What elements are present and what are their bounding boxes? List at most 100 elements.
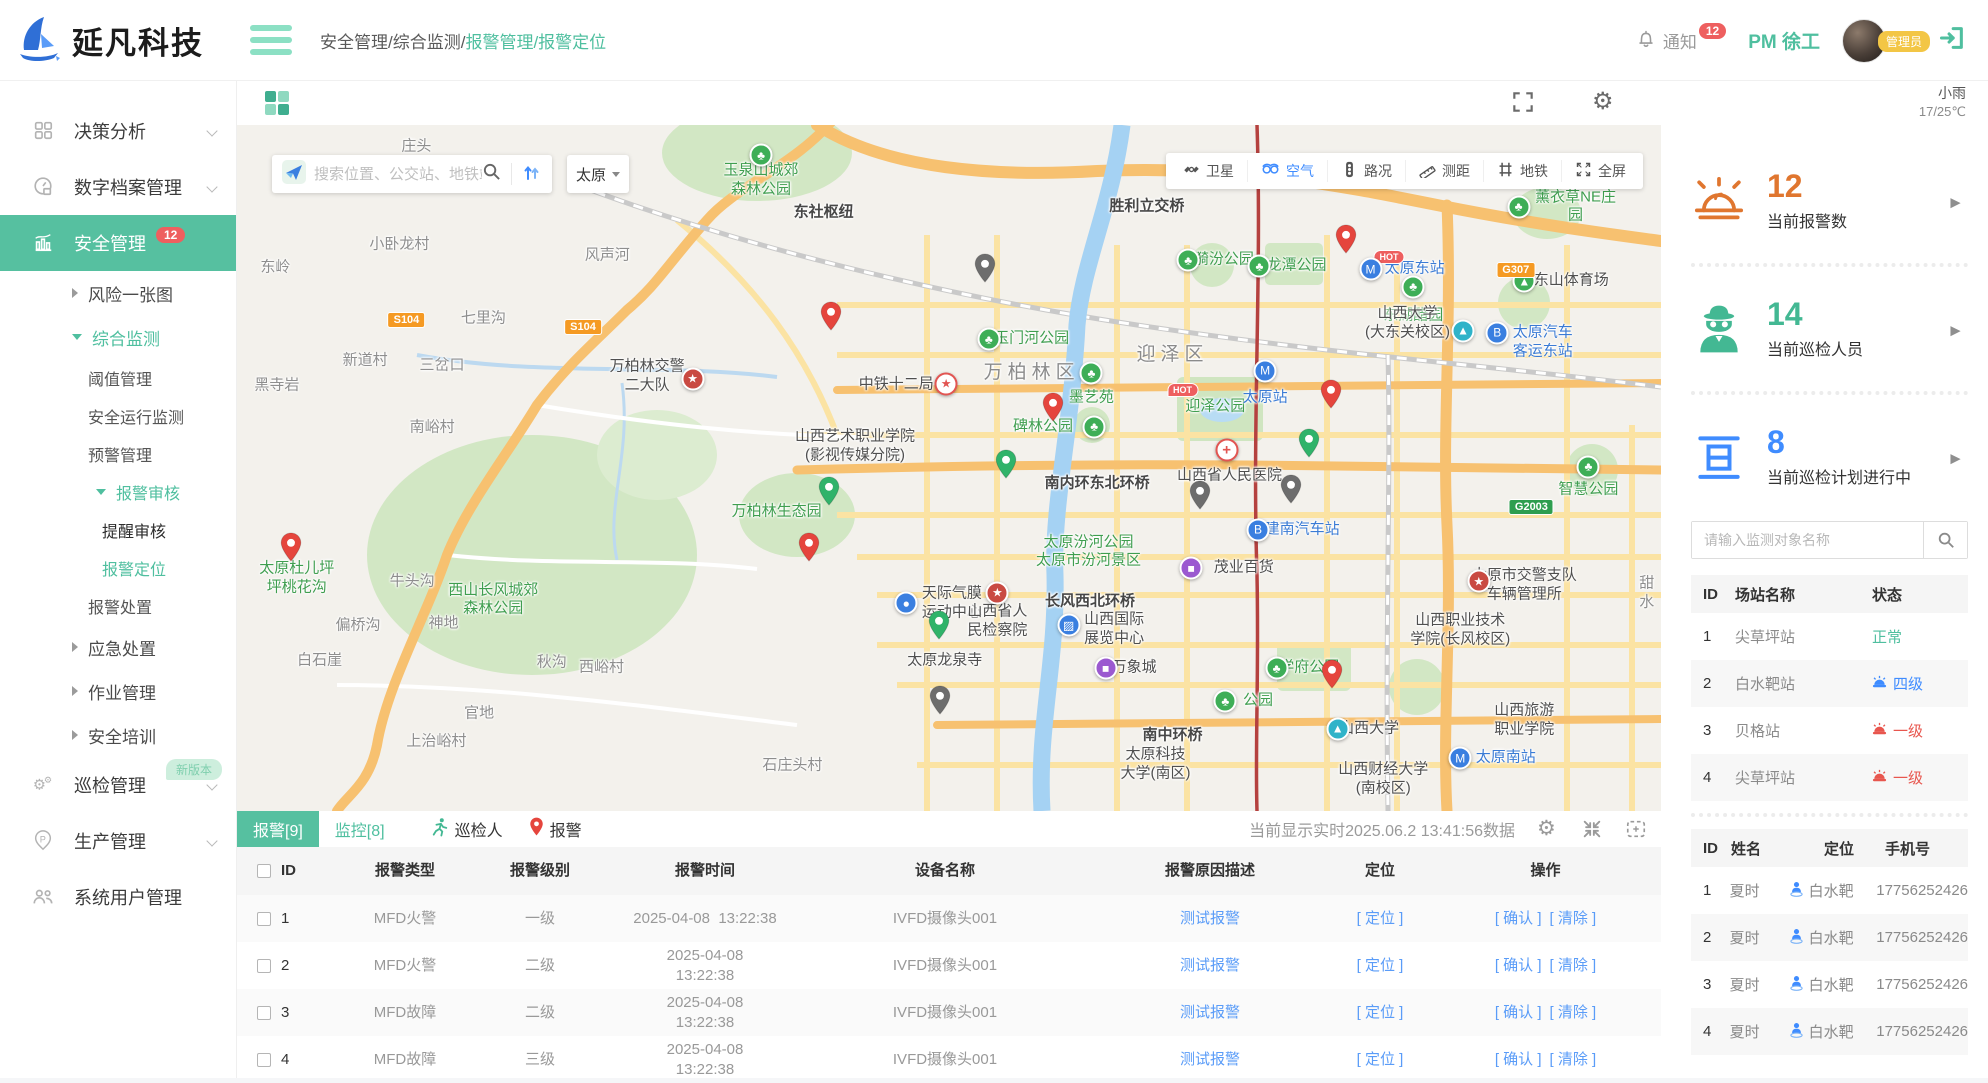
clear-button[interactable]: [ 清除 ] xyxy=(1550,1050,1597,1070)
map-red-pin[interactable] xyxy=(798,532,821,567)
select-all-checkbox[interactable] xyxy=(257,864,271,878)
sidebar-item[interactable]: 安全培训 xyxy=(0,713,236,757)
personnel-row[interactable]: 4夏时 白水靶 17756252426 xyxy=(1691,1008,1968,1055)
station-row[interactable]: 3贝格站 一级 xyxy=(1691,707,1968,754)
notifications-button[interactable]: 通知 12 xyxy=(1635,27,1726,54)
map-red-pin[interactable] xyxy=(1335,224,1358,259)
map-red-pin[interactable] xyxy=(819,301,842,336)
museum-poi-icon[interactable]: ▨ xyxy=(1057,614,1080,637)
sidebar-item[interactable]: 数字档案管理 xyxy=(0,159,236,215)
map-control-全屏[interactable]: 全屏 xyxy=(1562,160,1639,182)
clear-button[interactable]: [ 清除 ] xyxy=(1550,1003,1597,1023)
hospital-poi-icon[interactable]: + xyxy=(1215,439,1238,462)
alarm-row[interactable]: 3 MFD故障 二级 2025-04-0813:22:38 IVFD摄像头001… xyxy=(237,989,1661,1036)
park-poi-icon[interactable]: ♣ xyxy=(1214,690,1237,713)
clear-button[interactable]: [ 清除 ] xyxy=(1550,909,1597,929)
search-button[interactable] xyxy=(1923,522,1967,558)
sidebar-item[interactable]: P 生产管理 xyxy=(0,813,236,869)
metro-poi-icon[interactable]: M xyxy=(1254,359,1277,382)
park-poi-icon[interactable]: ♣ xyxy=(977,328,1000,351)
reason-link[interactable]: 测试报警 xyxy=(1180,956,1240,976)
sidebar-item[interactable]: 应急处置 xyxy=(0,625,236,669)
metro-poi-icon[interactable]: M xyxy=(1359,258,1382,281)
locate-button[interactable]: [ 定位 ] xyxy=(1357,1050,1404,1070)
stat-more-arrow[interactable]: ► xyxy=(1947,193,1964,213)
row-checkbox[interactable] xyxy=(257,959,271,973)
user-name[interactable]: PM 徐工 xyxy=(1748,27,1820,54)
personnel-row[interactable]: 1夏时 白水靶 17756252426 xyxy=(1691,867,1968,914)
map-control-卫星[interactable]: 卫星 xyxy=(1170,160,1248,182)
park-poi-icon[interactable]: ♣ xyxy=(750,144,773,167)
map-gray-pin[interactable] xyxy=(973,253,996,288)
monitor-search-input[interactable] xyxy=(1692,522,1923,558)
park-poi-icon[interactable]: ♣ xyxy=(1248,255,1271,278)
metro-poi-icon[interactable]: M xyxy=(1449,747,1472,770)
search-icon[interactable] xyxy=(482,162,501,186)
sidebar-item[interactable]: 系统用户管理 xyxy=(0,869,236,925)
logout-icon[interactable] xyxy=(1938,24,1966,57)
map-gray-pin[interactable] xyxy=(1279,474,1302,509)
map-control-测距[interactable]: 测距 xyxy=(1406,160,1484,182)
map-red-pin[interactable] xyxy=(1319,379,1342,414)
map-gray-pin[interactable] xyxy=(1188,480,1211,515)
reason-link[interactable]: 测试报警 xyxy=(1180,1050,1240,1070)
map-search-input[interactable] xyxy=(314,166,482,183)
sidebar-item[interactable]: 作业管理 xyxy=(0,669,236,713)
sidebar-item[interactable]: ⚙⚙ 巡检管理 新版本 xyxy=(0,757,236,813)
school-poi-icon[interactable]: ▲ xyxy=(1326,717,1349,740)
reason-link[interactable]: 测试报警 xyxy=(1180,1003,1240,1023)
collapse-icon[interactable] xyxy=(1581,818,1603,840)
police-poi-icon[interactable]: ★ xyxy=(1467,570,1490,593)
confirm-button[interactable]: [ 确认 ] xyxy=(1495,909,1542,929)
shop-poi-icon[interactable]: ■ xyxy=(1180,557,1203,580)
map-city-selector[interactable]: 太原 xyxy=(567,155,629,193)
sidebar-item[interactable]: 安全运行监测 xyxy=(0,397,236,435)
sidebar-item[interactable]: 预警管理 xyxy=(0,435,236,473)
tab-监控[8][interactable]: 监控[8] xyxy=(319,811,401,847)
park-poi-icon[interactable]: ♣ xyxy=(1265,657,1288,680)
stat-more-arrow[interactable]: ► xyxy=(1947,321,1964,341)
map-red-pin[interactable] xyxy=(280,532,303,567)
gear-icon[interactable]: ⚙ xyxy=(1592,89,1618,115)
sidebar-item[interactable]: 报警定位 xyxy=(0,549,236,587)
park-poi-icon[interactable]: ♣ xyxy=(1083,415,1106,438)
alarm-row[interactable]: 2 MFD火警 二级 2025-04-0813:22:38 IVFD摄像头001… xyxy=(237,942,1661,989)
map-red-pin[interactable] xyxy=(1041,392,1064,427)
school-poi-icon[interactable]: ▲ xyxy=(1452,319,1475,342)
row-checkbox[interactable] xyxy=(257,912,271,926)
shop-poi-icon[interactable]: ■ xyxy=(1094,657,1117,680)
gear-icon[interactable]: ⚙ xyxy=(1537,818,1559,840)
menu-hamburger-icon[interactable] xyxy=(250,25,292,55)
sidebar-item[interactable]: 报警处置 xyxy=(0,587,236,625)
locate-button[interactable]: [ 定位 ] xyxy=(1357,1003,1404,1023)
park-poi-icon[interactable]: ♣ xyxy=(1080,362,1103,385)
alarm-row[interactable]: 1 MFD火警 一级 2025-04-08 13:22:38 IVFD摄像头00… xyxy=(237,895,1661,942)
station-row[interactable]: 4尖草坪站 一级 xyxy=(1691,754,1968,801)
star-poi-icon[interactable]: ★ xyxy=(935,372,958,395)
bus-poi-icon[interactable]: B xyxy=(1486,321,1509,344)
map-gray-pin[interactable] xyxy=(929,685,952,720)
map-green-pin[interactable] xyxy=(1298,428,1321,463)
confirm-button[interactable]: [ 确认 ] xyxy=(1495,1050,1542,1070)
stat-more-arrow[interactable]: ► xyxy=(1947,449,1964,469)
confirm-button[interactable]: [ 确认 ] xyxy=(1495,956,1542,976)
alarm-row[interactable]: 4 MFD故障 三级 2025-04-0813:22:38 IVFD摄像头001… xyxy=(237,1036,1661,1083)
park-poi-icon[interactable]: ♣ xyxy=(1577,455,1600,478)
sidebar-item[interactable]: 报警审核 xyxy=(0,473,236,511)
sport-poi-icon[interactable]: ● xyxy=(895,592,918,615)
route-icon[interactable] xyxy=(522,162,542,187)
map-control-空气[interactable]: 空气 xyxy=(1248,160,1328,182)
map-green-pin[interactable] xyxy=(928,610,951,645)
row-checkbox[interactable] xyxy=(257,1006,271,1020)
sidebar-item[interactable]: 风险一张图 xyxy=(0,271,236,315)
station-row[interactable]: 1尖草坪站 正常 xyxy=(1691,613,1968,660)
sidebar-item[interactable]: 安全管理 12 xyxy=(0,215,236,271)
map-red-pin[interactable] xyxy=(1321,659,1344,694)
reason-link[interactable]: 测试报警 xyxy=(1180,909,1240,929)
sidebar-item[interactable]: 综合监测 xyxy=(0,315,236,359)
police-poi-icon[interactable]: ★ xyxy=(986,581,1009,604)
row-checkbox[interactable] xyxy=(257,1053,271,1067)
sidebar-item[interactable]: 决策分析 xyxy=(0,103,236,159)
map-green-pin[interactable] xyxy=(818,476,841,511)
bus-poi-icon[interactable]: B xyxy=(1247,518,1270,541)
